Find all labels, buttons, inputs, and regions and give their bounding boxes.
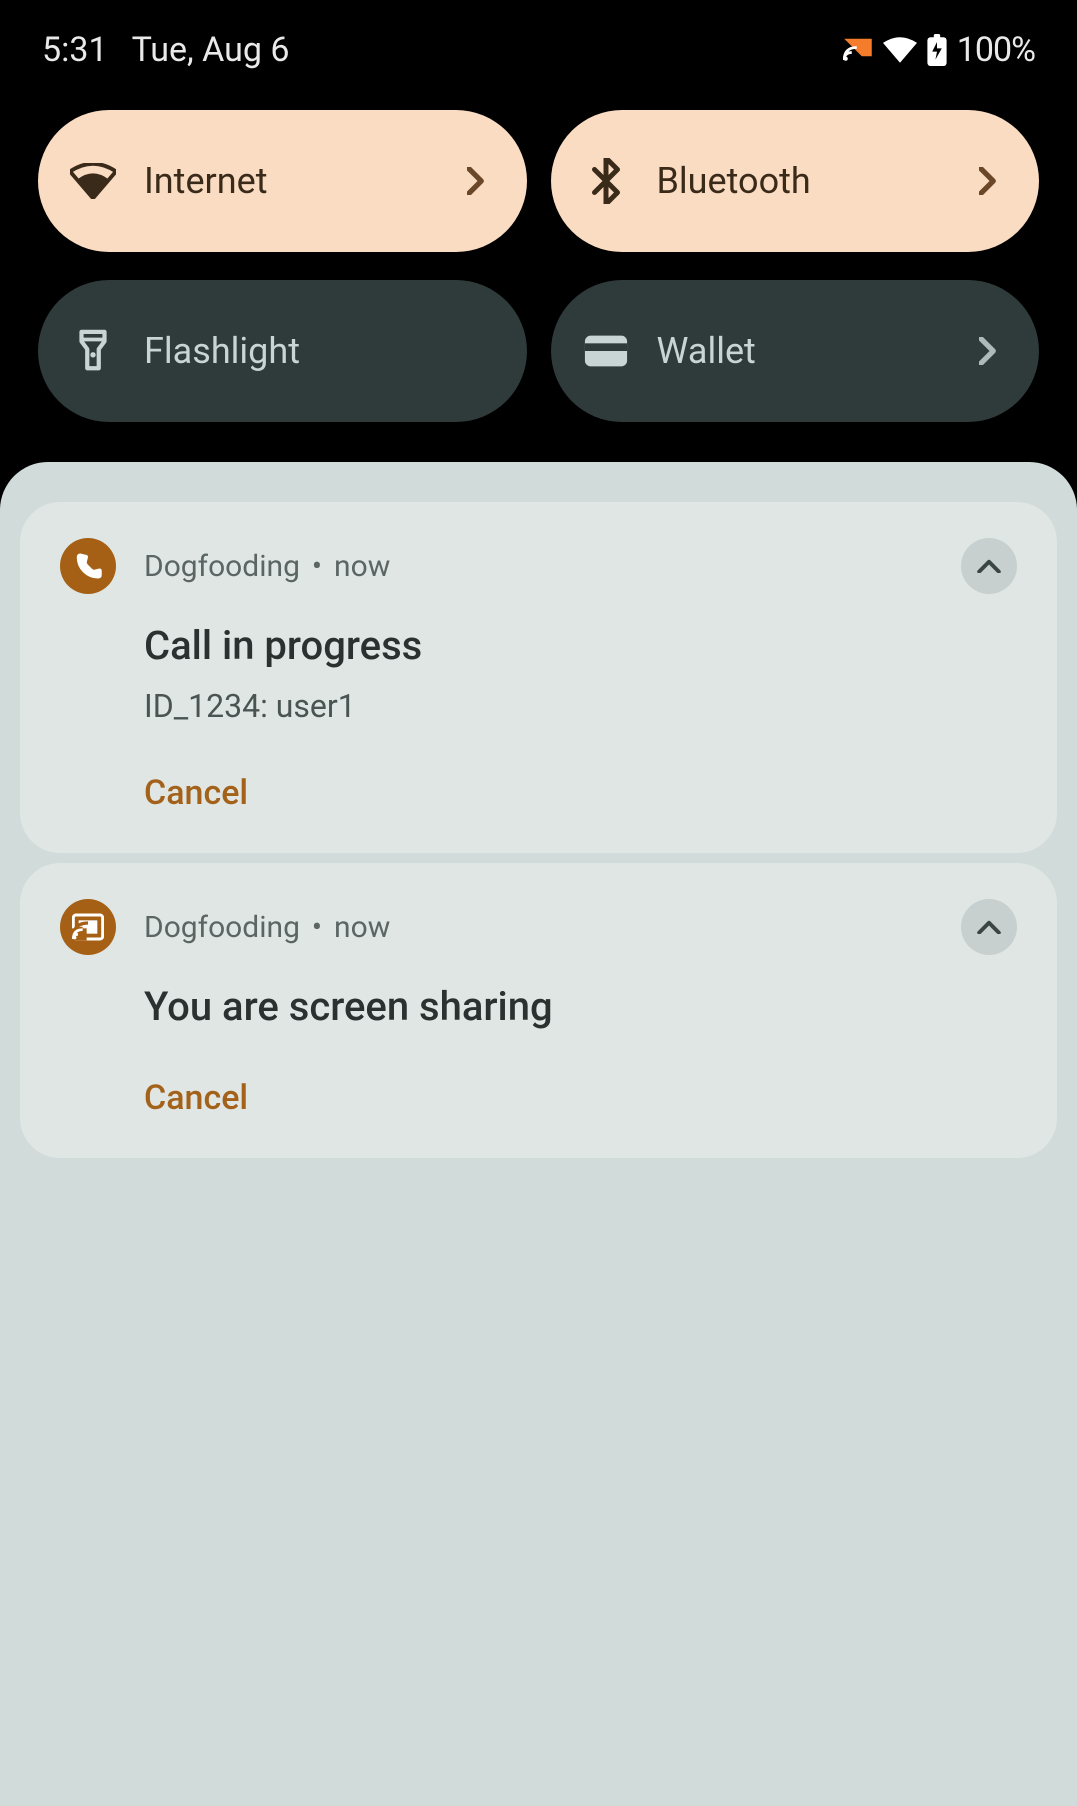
notification-text: ID_1234: user1 (144, 687, 1017, 725)
wifi-status-icon (883, 37, 917, 63)
chevron-right-icon (975, 168, 1001, 194)
notification-time: now (334, 910, 390, 945)
status-time: 5:31 (42, 30, 108, 70)
wifi-icon (70, 158, 116, 204)
phone-icon (60, 538, 116, 594)
wallet-icon (583, 328, 629, 374)
notification-time: now (334, 549, 390, 584)
notification-app-name: Dogfooding (144, 549, 300, 584)
chevron-up-icon (977, 920, 1001, 934)
notification-action-cancel[interactable]: Cancel (144, 773, 248, 813)
notification-card[interactable]: Dogfooding • now Call in progress ID_123… (20, 502, 1057, 853)
notification-action-cancel[interactable]: Cancel (144, 1078, 248, 1118)
chevron-right-icon (975, 338, 1001, 364)
qs-tile-flashlight[interactable]: Flashlight (38, 280, 527, 422)
cast-icon (60, 899, 116, 955)
status-date: Tue, Aug 6 (132, 30, 290, 70)
qs-tile-bluetooth[interactable]: Bluetooth (551, 110, 1040, 252)
notification-panel: Dogfooding • now Call in progress ID_123… (0, 462, 1077, 1806)
qs-tile-label: Internet (144, 160, 435, 202)
battery-percent: 100% (957, 30, 1035, 70)
qs-tile-label: Flashlight (144, 330, 489, 372)
cast-active-icon (843, 37, 873, 63)
chevron-up-icon (977, 559, 1001, 573)
notification-app-name: Dogfooding (144, 910, 300, 945)
flashlight-icon (70, 328, 116, 374)
chevron-right-icon (463, 168, 489, 194)
status-bar: 5:31 Tue, Aug 6 100% (0, 0, 1077, 80)
bluetooth-icon (583, 158, 629, 204)
qs-tile-label: Bluetooth (657, 160, 948, 202)
quick-settings-grid: Internet Bluetooth Flashlight (0, 80, 1077, 462)
notification-title: Call in progress (144, 622, 1017, 669)
notification-title: You are screen sharing (144, 983, 1017, 1030)
notification-card[interactable]: Dogfooding • now You are screen sharing … (20, 863, 1057, 1158)
qs-tile-internet[interactable]: Internet (38, 110, 527, 252)
collapse-button[interactable] (961, 899, 1017, 955)
qs-tile-wallet[interactable]: Wallet (551, 280, 1040, 422)
collapse-button[interactable] (961, 538, 1017, 594)
qs-tile-label: Wallet (657, 330, 948, 372)
battery-status-icon (927, 34, 947, 66)
